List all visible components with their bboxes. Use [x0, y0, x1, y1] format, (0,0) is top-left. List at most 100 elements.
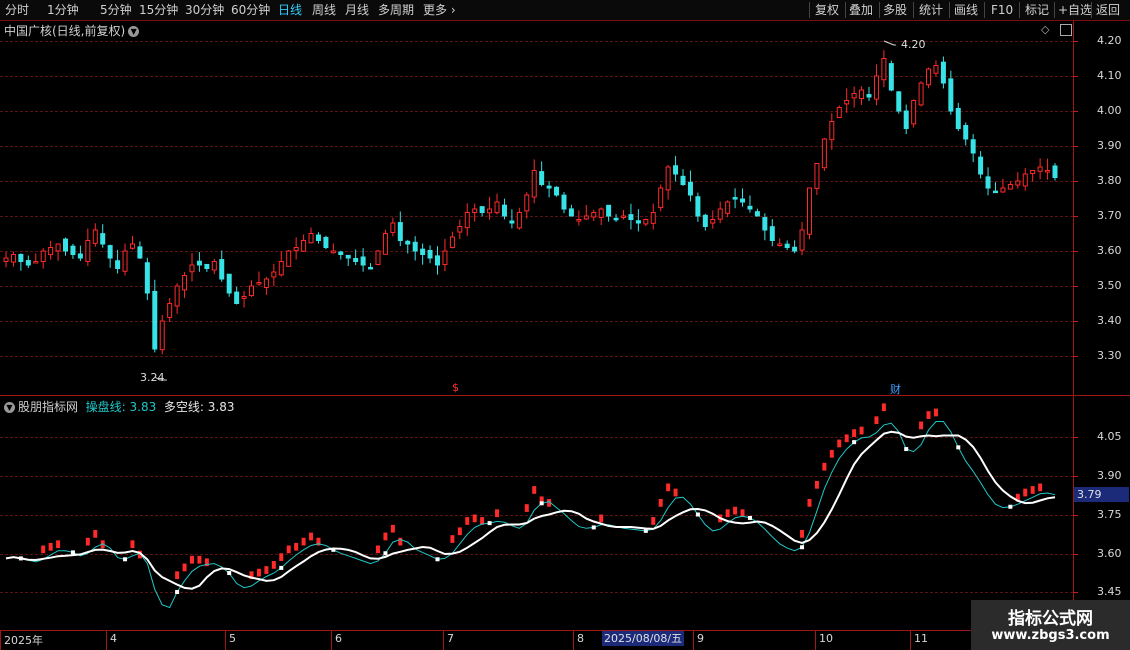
operating-line — [5, 421, 1056, 609]
candle-body — [806, 187, 812, 235]
candle-body — [695, 196, 701, 217]
candle-body — [740, 198, 746, 203]
signal-bar — [926, 411, 931, 419]
x-label: 9 — [697, 632, 704, 645]
month-tick — [910, 630, 911, 650]
candle-body — [539, 171, 545, 186]
x-label: 2025年 — [4, 634, 43, 647]
signal-bar — [874, 416, 879, 425]
candle-body — [144, 262, 150, 294]
y-tick — [1073, 437, 1078, 438]
signal-bar — [93, 530, 98, 538]
candle-body — [263, 278, 269, 288]
candle-body — [196, 260, 202, 266]
candle-body — [680, 175, 686, 186]
candle-body — [665, 166, 671, 191]
candle-body — [204, 263, 210, 269]
long-short-line — [5, 430, 1056, 590]
back-button[interactable]: 返回 — [1096, 2, 1120, 18]
candle-body — [330, 250, 336, 254]
y-label: 3.75 — [1097, 508, 1122, 521]
candle-body — [992, 190, 998, 194]
signal-bar — [852, 429, 857, 437]
candle-body — [673, 165, 679, 175]
month-tick — [106, 630, 107, 650]
candle-body — [769, 226, 775, 241]
signal-dot — [904, 447, 909, 452]
candle-body — [100, 233, 106, 245]
signal-bar — [844, 434, 849, 443]
candle-body — [494, 201, 500, 214]
signal-dot — [800, 545, 805, 550]
signal-dot — [383, 551, 388, 556]
candle-body — [122, 250, 128, 272]
signal-bar — [465, 517, 470, 525]
candle-body — [226, 273, 232, 294]
candle-body — [33, 261, 39, 264]
candle-body — [725, 201, 731, 214]
y-label: 3.45 — [1097, 585, 1122, 598]
candle-body — [129, 243, 135, 249]
candle-body — [63, 238, 69, 252]
signal-bar — [1030, 486, 1035, 494]
signal-bar — [919, 421, 924, 430]
month-tick — [693, 630, 694, 650]
candle-body — [911, 100, 917, 125]
y-tick — [1073, 515, 1078, 516]
dividend-marker[interactable]: $ — [452, 381, 459, 394]
y-label: 3.40 — [1097, 314, 1122, 327]
candle-body — [754, 211, 760, 217]
candle-body — [970, 139, 976, 154]
cursor-date-chip: 2025/08/08/五 — [602, 631, 685, 646]
signal-bar — [666, 483, 671, 492]
signal-bar — [85, 537, 90, 546]
candle-body — [702, 214, 708, 227]
candle-body — [211, 261, 217, 271]
signal-bar — [286, 545, 291, 554]
chart-canvas[interactable] — [0, 0, 1073, 630]
finance-marker[interactable]: 财 — [890, 381, 901, 397]
signal-dot — [539, 501, 544, 506]
candle-body — [888, 63, 894, 91]
candle-body — [10, 254, 16, 263]
signal-bar — [495, 509, 500, 518]
candle-body — [903, 110, 909, 129]
y-tick — [1073, 321, 1078, 322]
candle-body — [583, 215, 589, 220]
x-label: 10 — [819, 632, 833, 645]
candle-body — [635, 220, 641, 224]
candle-body — [315, 234, 321, 242]
signal-dot — [331, 547, 336, 552]
candle-body — [405, 240, 411, 245]
candle-body — [3, 257, 9, 262]
signal-dot — [747, 515, 752, 520]
candle-body — [18, 253, 24, 263]
candle-body — [844, 100, 850, 105]
y-tick — [1073, 181, 1078, 182]
candle-body — [933, 65, 939, 74]
candle-body — [25, 260, 31, 266]
signal-bar — [933, 408, 938, 417]
signal-bar — [271, 561, 276, 569]
signal-bar — [41, 545, 46, 554]
x-label: 8 — [577, 632, 584, 645]
candle-body — [732, 197, 738, 200]
candle-body — [449, 236, 455, 249]
candle-body — [293, 247, 299, 252]
signal-bar — [532, 486, 537, 494]
y-tick — [1073, 356, 1078, 357]
x-label: 6 — [335, 632, 342, 645]
candle-body — [650, 212, 656, 224]
y-label: 3.90 — [1097, 139, 1122, 152]
candle-body — [152, 290, 158, 350]
signal-bar — [807, 499, 812, 507]
signal-bar — [859, 426, 864, 435]
candle-body — [963, 125, 969, 140]
candle-body — [985, 176, 991, 189]
candle-body — [464, 212, 470, 229]
candle-body — [747, 205, 753, 210]
candle-body — [48, 247, 54, 256]
candle-body — [360, 256, 366, 266]
candle-body — [92, 229, 98, 244]
candle-body — [591, 212, 597, 218]
